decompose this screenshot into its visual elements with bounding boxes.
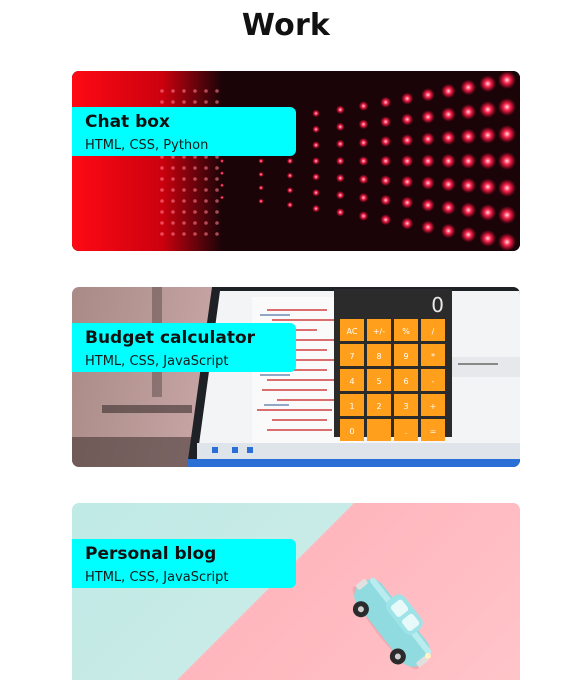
calculator-key-label: +/- [373,327,385,336]
calculator-key-label: 4 [349,377,354,386]
project-title: Chat box [85,112,170,132]
project-tech-stack: HTML, CSS, JavaScript [85,570,229,585]
calculator-key-label: 8 [376,352,381,361]
led-wall-image [72,71,520,251]
calculator-key [367,419,391,441]
toy-car-image [72,503,520,680]
project-title: Personal blog [85,544,217,564]
page-title: Work [241,8,331,43]
calculator-key-label: = [430,427,437,436]
calculator-key-label: 3 [403,402,408,411]
calculator-laptop-image: AC +/-% / 7 8 9 * 4 5 6 - 1 2 3 +0. = 0 [72,287,520,467]
calculator-key-label: - [432,377,435,386]
calculator-key-label: 6 [403,377,408,386]
project-title: Budget calculator [85,328,256,348]
project-card-budget-calculator[interactable]: AC +/-% / 7 8 9 * 4 5 6 - 1 2 3 +0. = 0 Budget calculat… [72,287,520,467]
project-label: Budget calculator HTML, CSS, JavaScript [72,323,296,372]
calculator-key-label: % [402,327,410,336]
calculator-key-label: 1 [349,402,354,411]
project-tech-stack: HTML, CSS, JavaScript [85,354,229,369]
project-tech-stack: HTML, CSS, Python [85,138,209,153]
calculator-key-label: 0 [349,427,354,436]
project-label: Chat box HTML, CSS, Python [72,107,296,156]
calculator-key-label: * [431,352,435,361]
calculator-key-label: / [432,327,435,336]
calculator-key-label: 9 [403,352,408,361]
calculator-key-label: + [430,402,437,411]
calculator-key-label: . [405,427,408,436]
project-label: Personal blog HTML, CSS, JavaScript [72,539,296,588]
calculator-key-label: 2 [376,402,381,411]
project-card-chat-box[interactable]: Chat box HTML, CSS, Python [72,71,520,251]
calculator-key-label: 7 [349,352,354,361]
calculator-key-label: AC [347,327,358,336]
calculator-display: 0 [431,293,444,317]
calculator-key-label: 5 [376,377,381,386]
project-card-personal-blog[interactable]: Personal blog HTML, CSS, JavaScript [72,503,520,680]
